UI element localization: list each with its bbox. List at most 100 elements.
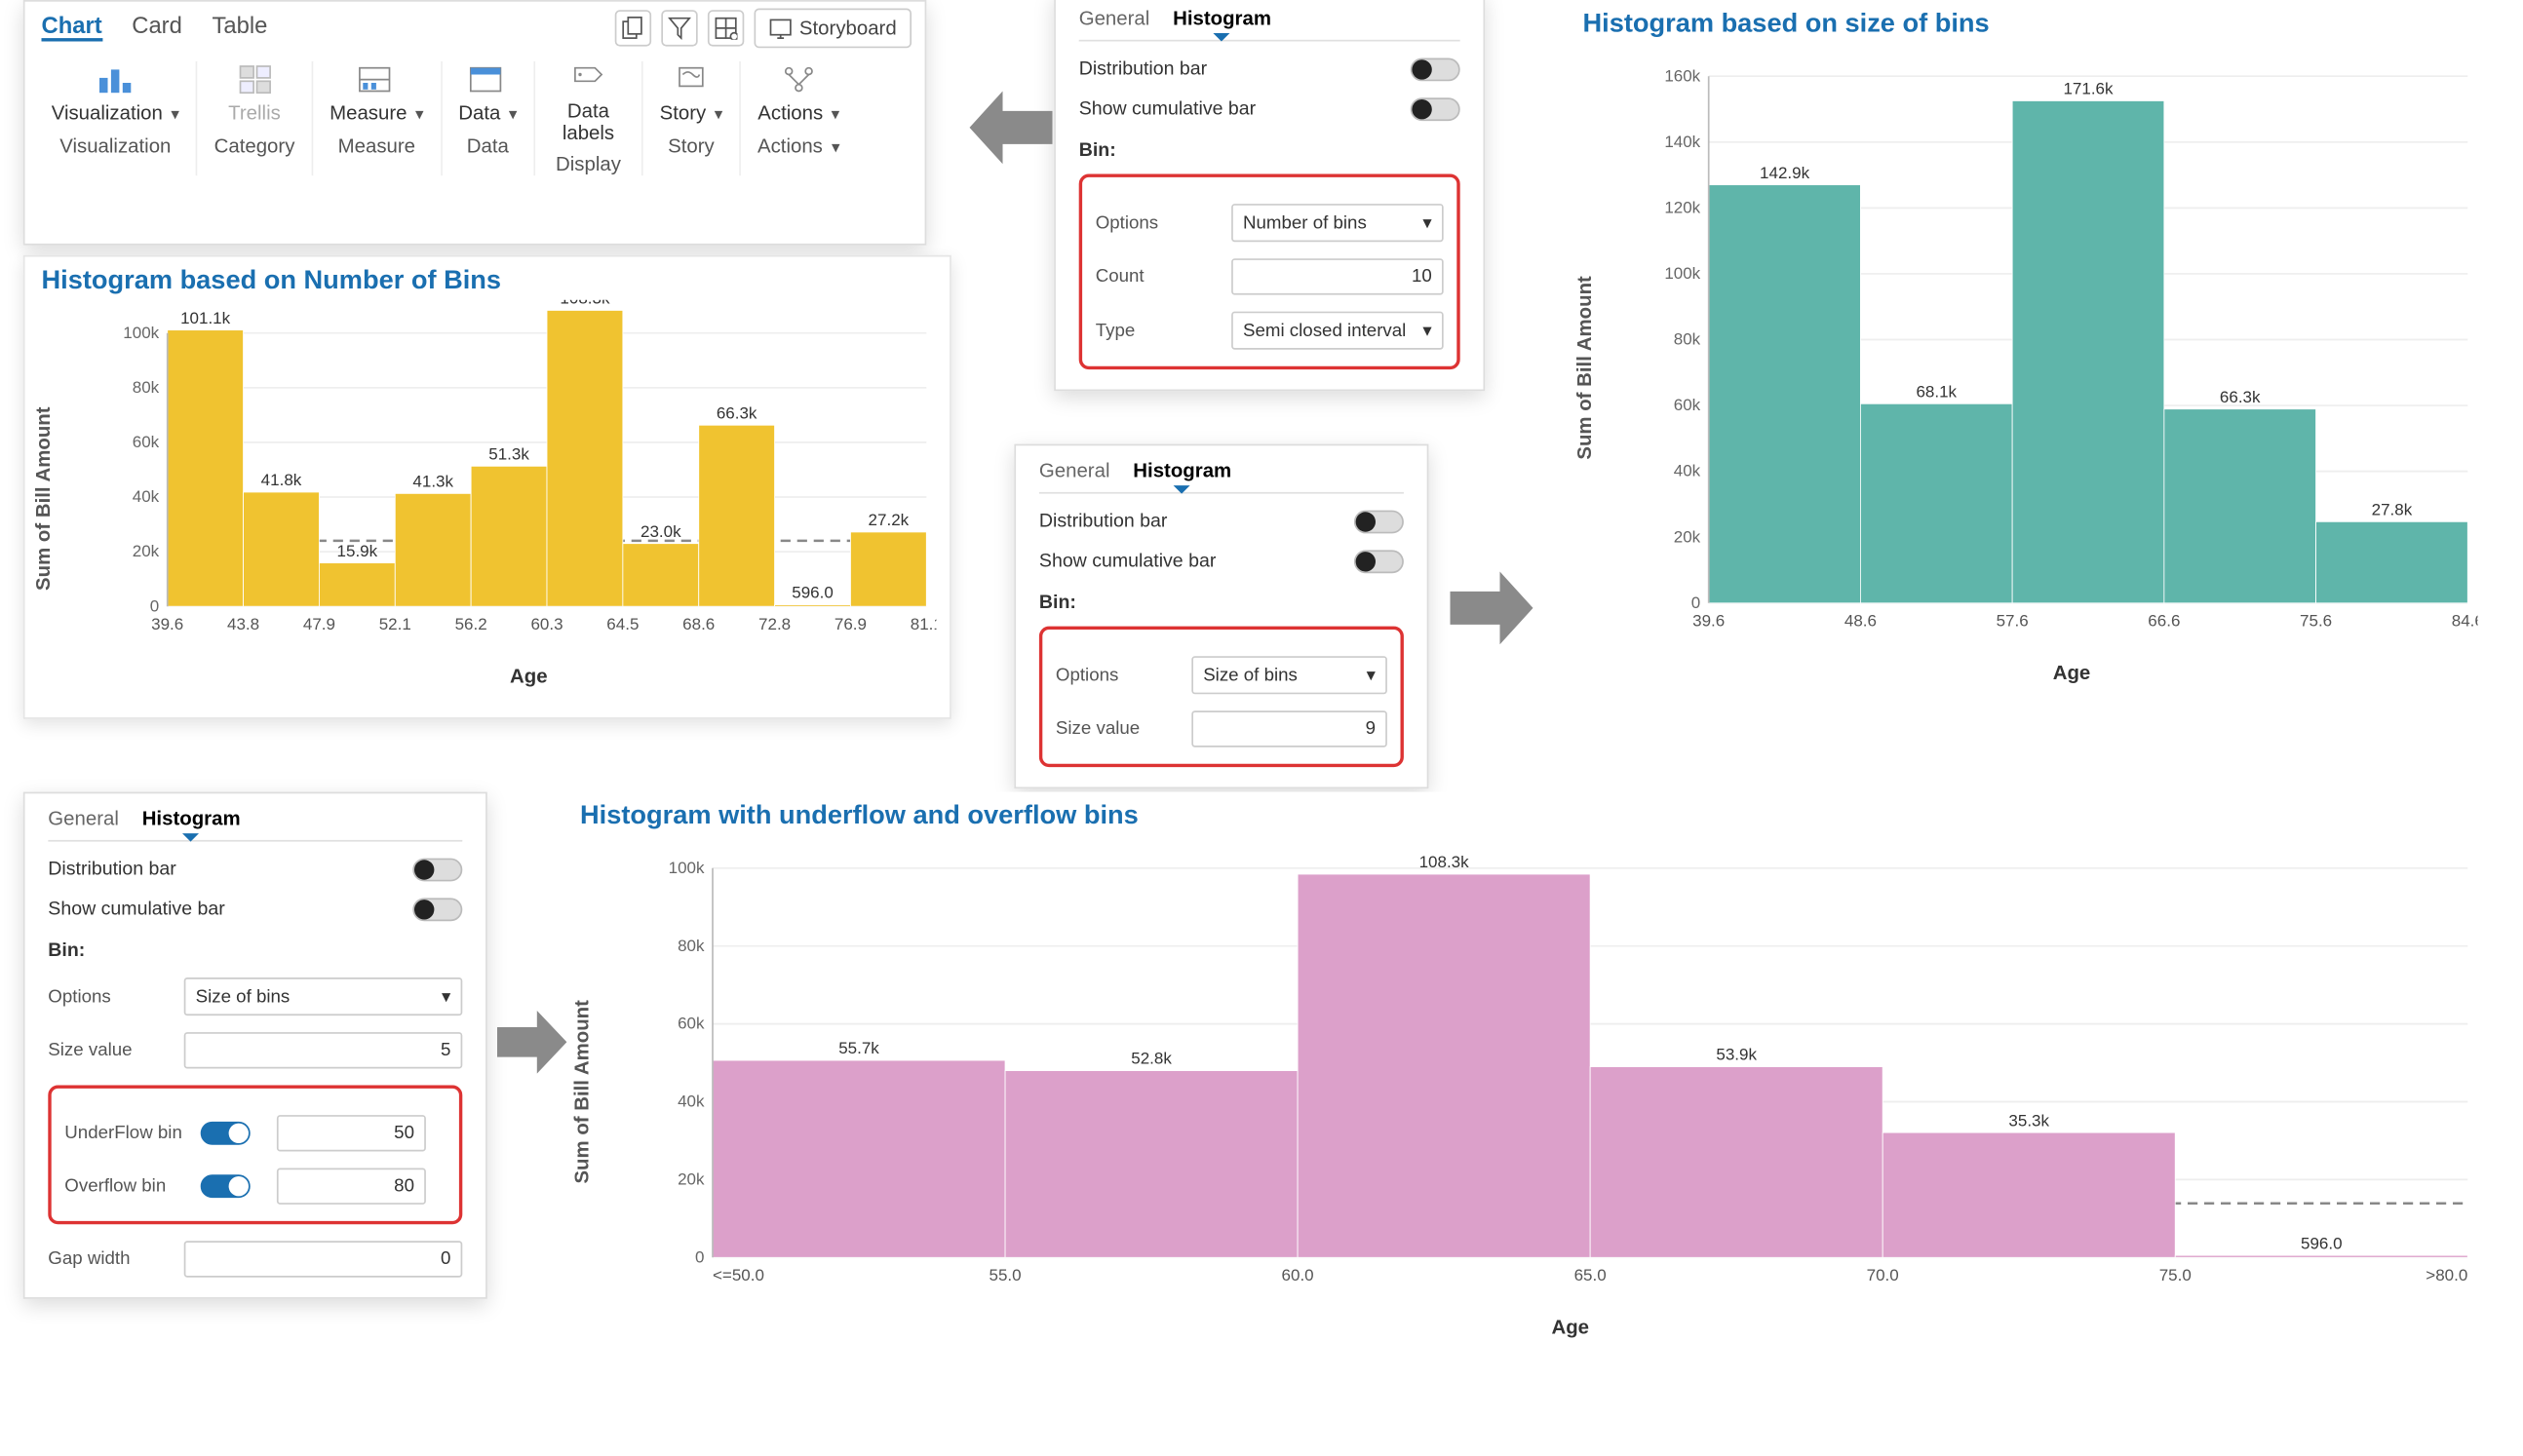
underflow-input[interactable]: 50 xyxy=(277,1115,426,1151)
svg-text:35.3k: 35.3k xyxy=(2008,1111,2049,1130)
measure-button[interactable]: Measure xyxy=(330,101,423,125)
overflow-toggle[interactable] xyxy=(201,1174,251,1198)
tab-histogram[interactable]: Histogram xyxy=(142,807,241,830)
svg-text:68.6: 68.6 xyxy=(682,615,715,633)
svg-text:56.2: 56.2 xyxy=(455,615,487,633)
svg-text:120k: 120k xyxy=(1664,198,1700,216)
label: Size value xyxy=(48,1041,167,1060)
property-panel-underflow-overflow: General Histogram Distribution bar Show … xyxy=(23,792,487,1299)
svg-text:75.6: 75.6 xyxy=(2300,612,2332,631)
cumulative-toggle[interactable] xyxy=(1354,550,1404,573)
chevron-down-icon: ▾ xyxy=(1367,665,1376,686)
svg-text:40k: 40k xyxy=(133,487,160,506)
grid-icon[interactable] xyxy=(708,10,744,46)
svg-text:39.6: 39.6 xyxy=(151,615,183,633)
histogram-plot: 020k40k60k80k100k101.1k41.8k15.9k41.3k51… xyxy=(108,300,951,662)
copy-icon[interactable] xyxy=(615,10,651,46)
visualization-button[interactable]: Visualization xyxy=(52,101,179,125)
filter-icon[interactable] xyxy=(662,10,698,46)
group-caption: Display xyxy=(556,153,621,176)
svg-text:100k: 100k xyxy=(123,324,159,342)
bin-header: Bin: xyxy=(1039,594,1404,613)
label: Count xyxy=(1096,267,1215,287)
arrow-left-icon xyxy=(970,92,1053,165)
tab-table[interactable]: Table xyxy=(212,12,267,42)
svg-text:70.0: 70.0 xyxy=(1867,1266,1899,1284)
data-labels-icon xyxy=(566,61,609,97)
chevron-down-icon xyxy=(829,134,840,158)
chevron-down-icon: ▾ xyxy=(442,986,450,1008)
label: Options xyxy=(1056,666,1175,685)
svg-text:108.3k: 108.3k xyxy=(1419,853,1470,871)
trellis-icon xyxy=(233,61,276,97)
svg-text:142.9k: 142.9k xyxy=(1760,164,1810,182)
svg-text:0: 0 xyxy=(1691,594,1700,612)
svg-text:60.3: 60.3 xyxy=(530,615,563,633)
svg-text:20k: 20k xyxy=(133,542,160,560)
svg-text:48.6: 48.6 xyxy=(1844,612,1877,631)
type-select[interactable]: Semi closed interval▾ xyxy=(1231,312,1444,350)
size-input[interactable]: 5 xyxy=(184,1032,463,1068)
cumulative-toggle[interactable] xyxy=(1411,97,1460,121)
chart-title: Histogram with underflow and overflow bi… xyxy=(563,792,2495,835)
group-caption: Measure xyxy=(338,134,415,158)
chart-number-of-bins: Histogram based on Number of Bins Sum of… xyxy=(23,255,951,719)
svg-text:80k: 80k xyxy=(678,937,705,955)
tab-histogram[interactable]: Histogram xyxy=(1133,459,1231,482)
storyboard-button[interactable]: Storyboard xyxy=(755,9,912,49)
options-select[interactable]: Number of bins▾ xyxy=(1231,204,1444,242)
property-panel-number-bins: General Histogram Distribution bar Show … xyxy=(1054,0,1485,391)
label: Size value xyxy=(1056,719,1175,739)
svg-text:57.6: 57.6 xyxy=(1997,612,2029,631)
histogram-plot: 020k40k60k80k100k120k140k160kA : 23.8k14… xyxy=(1650,43,2495,658)
svg-text:47.9: 47.9 xyxy=(303,615,335,633)
svg-text:76.9: 76.9 xyxy=(835,615,867,633)
svg-text:20k: 20k xyxy=(678,1170,705,1189)
tab-card[interactable]: Card xyxy=(132,12,182,42)
cumulative-toggle[interactable] xyxy=(412,898,462,921)
distribution-bar-toggle[interactable] xyxy=(1411,58,1460,82)
gap-input[interactable]: 0 xyxy=(184,1241,463,1277)
tab-chart[interactable]: Chart xyxy=(42,12,102,42)
underflow-toggle[interactable] xyxy=(201,1122,251,1145)
svg-text:108.3k: 108.3k xyxy=(560,300,610,308)
options-select[interactable]: Size of bins▾ xyxy=(1191,656,1387,694)
label: Overflow bin xyxy=(64,1176,183,1196)
y-axis-label: Sum of Bill Amount xyxy=(570,1000,594,1184)
group-caption: Data xyxy=(467,134,509,158)
label: Distribution bar xyxy=(1079,59,1207,79)
tab-general[interactable]: General xyxy=(1039,459,1110,482)
actions-icon xyxy=(777,61,820,97)
svg-text:64.5: 64.5 xyxy=(606,615,639,633)
property-panel-size-bins: General Histogram Distribution bar Show … xyxy=(1014,444,1428,789)
size-input[interactable]: 9 xyxy=(1191,710,1387,747)
label: Gap width xyxy=(48,1249,167,1269)
options-select[interactable]: Size of bins▾ xyxy=(184,977,463,1015)
chevron-down-icon xyxy=(412,101,424,125)
svg-text:41.8k: 41.8k xyxy=(261,471,302,489)
data-button[interactable]: Data xyxy=(458,101,517,125)
svg-text:51.3k: 51.3k xyxy=(488,445,529,464)
distribution-bar-toggle[interactable] xyxy=(1354,511,1404,534)
tab-histogram[interactable]: Histogram xyxy=(1173,7,1271,30)
actions-button[interactable]: Actions xyxy=(757,101,839,125)
story-button[interactable]: Story xyxy=(660,101,723,125)
chart-size-of-bins: Histogram based on size of bins Sum of B… xyxy=(1567,0,2495,709)
count-input[interactable]: 10 xyxy=(1231,258,1444,294)
data-labels-button[interactable]: Data labels xyxy=(552,101,625,143)
svg-text:160k: 160k xyxy=(1664,66,1700,85)
svg-text:72.8: 72.8 xyxy=(758,615,791,633)
chart-title: Histogram based on size of bins xyxy=(1567,0,2495,43)
label: UnderFlow bin xyxy=(64,1124,183,1143)
overflow-input[interactable]: 80 xyxy=(277,1169,426,1205)
svg-text:75.0: 75.0 xyxy=(2159,1266,2192,1284)
tab-general[interactable]: General xyxy=(48,807,119,830)
svg-text:39.6: 39.6 xyxy=(1692,612,1725,631)
chevron-down-icon: ▾ xyxy=(1422,320,1431,341)
tab-general[interactable]: General xyxy=(1079,7,1150,30)
svg-text:27.2k: 27.2k xyxy=(869,511,910,529)
label: Distribution bar xyxy=(48,860,175,879)
svg-text:66.3k: 66.3k xyxy=(2220,388,2261,406)
svg-text:43.8: 43.8 xyxy=(227,615,259,633)
distribution-bar-toggle[interactable] xyxy=(412,859,462,882)
